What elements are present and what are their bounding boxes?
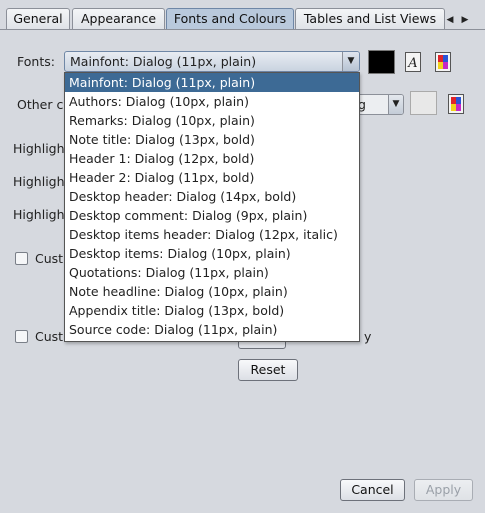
font-option[interactable]: Appendix title: Dialog (13px, bold) — [65, 301, 359, 320]
color-palette-icon[interactable] — [446, 93, 466, 115]
fonts-dropdown-list: Mainfont: Dialog (11px, plain) Authors: … — [64, 72, 360, 342]
chevron-down-icon[interactable]: ▼ — [342, 52, 359, 71]
custom-label-2: Cust — [35, 329, 64, 344]
cancel-button[interactable]: Cancel — [340, 479, 405, 501]
fonts-combobox-value: Mainfont: Dialog (11px, plain) — [70, 54, 257, 69]
chevron-left-icon[interactable]: ◀ — [445, 14, 455, 26]
custom-label-2-tail: y — [364, 329, 372, 344]
color-palette-icon[interactable] — [433, 51, 453, 73]
font-option[interactable]: Quotations: Dialog (11px, plain) — [65, 263, 359, 282]
font-option[interactable]: Mainfont: Dialog (11px, plain) — [65, 73, 359, 92]
font-option[interactable]: Desktop items: Dialog (10px, plain) — [65, 244, 359, 263]
font-option[interactable]: Note headline: Dialog (10px, plain) — [65, 282, 359, 301]
font-style-icon[interactable]: A — [403, 51, 423, 73]
custom-checkbox-2[interactable] — [15, 330, 28, 343]
font-option[interactable]: Desktop header: Dialog (14px, bold) — [65, 187, 359, 206]
tab-tables-and-list-views[interactable]: Tables and List Views — [295, 8, 445, 30]
tab-appearance[interactable]: Appearance — [72, 8, 165, 30]
font-option[interactable]: Remarks: Dialog (10px, plain) — [65, 111, 359, 130]
font-option[interactable]: Desktop items header: Dialog (12px, ital… — [65, 225, 359, 244]
font-option[interactable]: Authors: Dialog (10px, plain) — [65, 92, 359, 111]
highlight-label-2: Highlight — [13, 174, 70, 189]
font-option[interactable]: Header 2: Dialog (11px, bold) — [65, 168, 359, 187]
font-option[interactable]: Note title: Dialog (13px, bold) — [65, 130, 359, 149]
chevron-down-icon[interactable]: ▼ — [388, 95, 403, 114]
font-color-swatch[interactable] — [368, 50, 395, 74]
custom-label-1: Cust — [35, 251, 64, 266]
highlight-label-3: Highlight — [13, 207, 70, 222]
chevron-right-icon[interactable]: ▶ — [460, 14, 470, 26]
other-color-swatch[interactable] — [410, 91, 437, 115]
custom-checkbox-1[interactable] — [15, 252, 28, 265]
tab-divider — [0, 29, 485, 30]
reset-button[interactable]: Reset — [238, 359, 298, 381]
other-colours-combobox[interactable]: g ▼ — [355, 94, 404, 115]
font-option[interactable]: Source code: Dialog (11px, plain) — [65, 320, 359, 339]
font-option[interactable]: Desktop comment: Dialog (9px, plain) — [65, 206, 359, 225]
fonts-label: Fonts: — [17, 54, 55, 69]
svg-text:A: A — [407, 56, 417, 71]
tab-general[interactable]: General — [6, 8, 70, 30]
highlight-label-1: Highlight — [13, 141, 70, 156]
fonts-combobox[interactable]: Mainfont: Dialog (11px, plain) ▼ — [64, 51, 360, 72]
tab-fonts-and-colours[interactable]: Fonts and Colours — [166, 8, 294, 30]
font-option[interactable]: Header 1: Dialog (12px, bold) — [65, 149, 359, 168]
other-colours-label: Other c — [17, 97, 64, 112]
apply-button[interactable]: Apply — [414, 479, 473, 501]
